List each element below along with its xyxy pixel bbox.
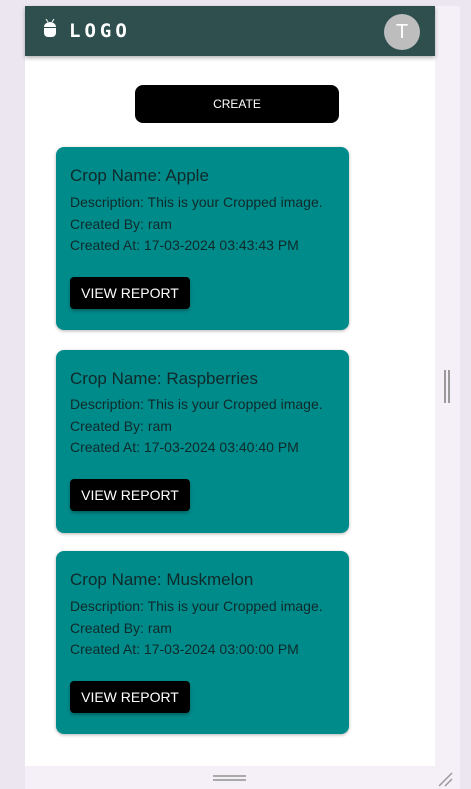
view-report-button[interactable]: VIEW REPORT xyxy=(70,277,190,309)
crop-description: Description: This is your Cropped image. xyxy=(70,598,323,614)
crop-created-by: Created By: ram xyxy=(70,216,172,232)
crop-created-at: Created At: 17-03-2024 03:43:43 PM xyxy=(70,237,299,253)
crop-name: Crop Name: Raspberries xyxy=(70,369,259,388)
crop-card: Crop Name: Muskmelon Description: This i… xyxy=(56,551,349,734)
app-header: LOGO T xyxy=(25,6,435,56)
crop-name: Crop Name: Muskmelon xyxy=(70,570,254,589)
resize-corner-icon[interactable] xyxy=(437,771,453,787)
crop-name: Crop Name: Apple xyxy=(70,166,209,185)
horizontal-resize-handle[interactable] xyxy=(213,775,246,781)
view-report-button[interactable]: VIEW REPORT xyxy=(70,479,190,511)
vertical-resize-handle[interactable] xyxy=(444,370,450,403)
crop-card: Crop Name: Raspberries Description: This… xyxy=(56,350,349,533)
create-button[interactable]: CREATE xyxy=(135,85,339,123)
crop-description: Description: This is your Cropped image. xyxy=(70,194,323,210)
logo-text[interactable]: LOGO xyxy=(69,20,131,42)
android-icon xyxy=(44,19,56,37)
crop-created-by: Created By: ram xyxy=(70,620,172,636)
view-report-button[interactable]: VIEW REPORT xyxy=(70,681,190,713)
crop-created-at: Created At: 17-03-2024 03:00:00 PM xyxy=(70,641,299,657)
crop-created-at: Created At: 17-03-2024 03:40:40 PM xyxy=(70,439,299,455)
crop-description: Description: This is your Cropped image. xyxy=(70,396,323,412)
crop-card: Crop Name: Apple Description: This is yo… xyxy=(56,147,349,330)
crop-created-by: Created By: ram xyxy=(70,418,172,434)
user-avatar[interactable]: T xyxy=(384,14,420,50)
content-area: LOGO T CREATE Crop Name: Apple Descripti… xyxy=(25,6,435,766)
app-frame: LOGO T CREATE Crop Name: Apple Descripti… xyxy=(25,6,460,789)
